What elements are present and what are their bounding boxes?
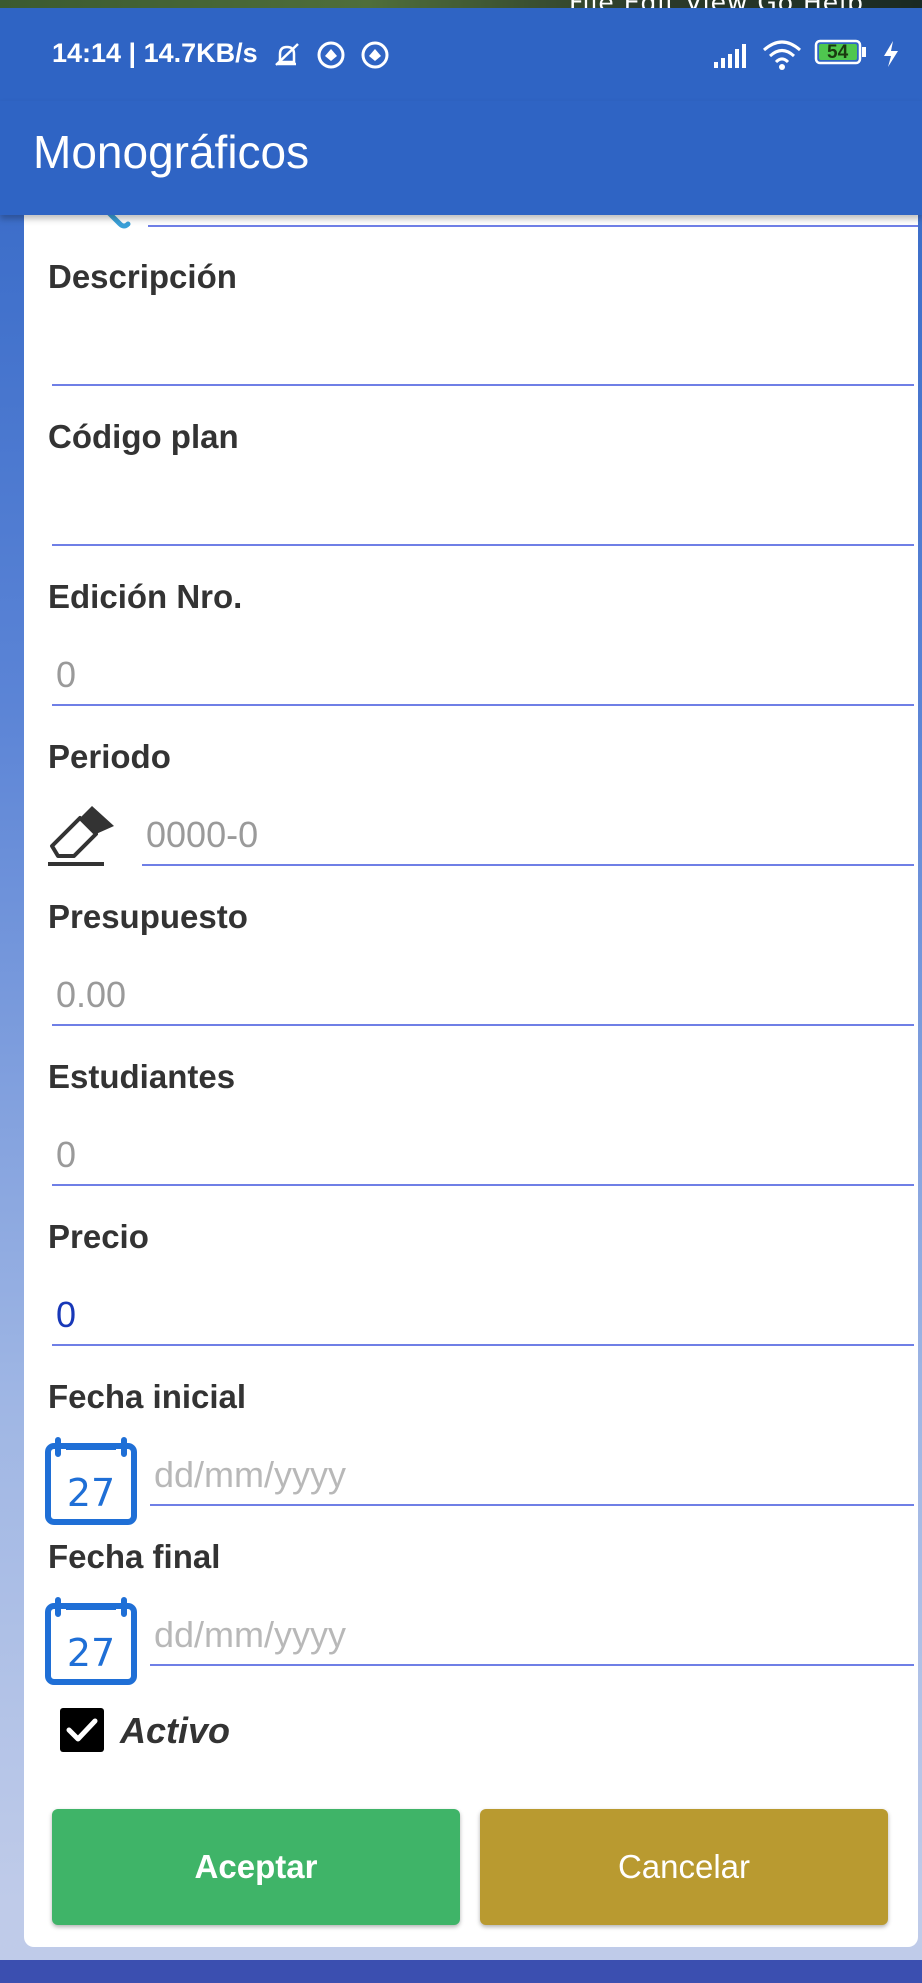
edicion-placeholder: 0: [56, 654, 77, 695]
presupuesto-label: Presupuesto: [48, 898, 248, 935]
estudiantes-label: Estudiantes: [48, 1058, 236, 1095]
estudiantes-placeholder: 0: [56, 1134, 77, 1175]
fecha-inicial-input[interactable]: dd/mm/yyyy: [150, 1444, 914, 1506]
precio-value: 0: [56, 1294, 77, 1335]
descripcion-input[interactable]: [52, 324, 914, 386]
periodo-label: Periodo: [48, 738, 171, 775]
charging-bolt-icon: [882, 40, 900, 73]
circle-badge-icon-2: [360, 40, 390, 75]
bell-off-icon: [272, 40, 302, 75]
battery-level: 54: [827, 42, 849, 63]
descripcion-label: Descripción: [48, 258, 237, 295]
precio-label: Precio: [48, 1218, 149, 1255]
edicion-input[interactable]: 0: [52, 644, 914, 706]
activo-checkbox[interactable]: [60, 1708, 104, 1752]
cancel-button[interactable]: Cancelar: [480, 1809, 888, 1925]
periodo-placeholder: 0000-0: [146, 814, 259, 855]
page-title: Monográficos: [33, 126, 310, 178]
circle-badge-icon: [316, 40, 346, 75]
fecha-inicial-placeholder: dd/mm/yyyy: [154, 1454, 347, 1495]
status-bar: 14:14 | 14.7KB/s 54: [0, 8, 922, 101]
estudiantes-input[interactable]: 0: [52, 1124, 914, 1186]
periodo-input[interactable]: 0000-0: [142, 804, 914, 866]
app-bar: Monográficos: [0, 101, 922, 215]
activo-label[interactable]: Activo: [120, 1710, 230, 1752]
calendar-day-text: 27: [67, 1471, 115, 1515]
calendar-icon[interactable]: 27: [44, 1436, 138, 1531]
presupuesto-input[interactable]: 0.00: [52, 964, 914, 1026]
bottom-navigation-strip: [0, 1960, 922, 1983]
calendar-day-text-2: 27: [67, 1631, 115, 1675]
signal-icon: [712, 42, 748, 75]
presupuesto-placeholder: 0.00: [56, 974, 127, 1015]
fecha-final-label: Fecha final: [48, 1538, 221, 1575]
fecha-final-input[interactable]: dd/mm/yyyy: [150, 1604, 914, 1666]
codigo-plan-label: Código plan: [48, 418, 239, 455]
eraser-icon[interactable]: [44, 800, 118, 873]
accept-button[interactable]: Aceptar: [52, 1809, 460, 1925]
codigo-plan-input[interactable]: [52, 484, 914, 546]
wifi-icon: [762, 38, 802, 75]
status-time-speed: 14:14 | 14.7KB/s: [52, 38, 258, 68]
edicion-label: Edición Nro.: [48, 578, 243, 615]
precio-input[interactable]: 0: [52, 1284, 914, 1346]
fecha-inicial-label: Fecha inicial: [48, 1378, 247, 1415]
form-card: Descripción Código plan Edición Nro. 0 P…: [24, 200, 918, 1947]
check-mark-icon: [66, 1718, 98, 1742]
fecha-final-placeholder: dd/mm/yyyy: [154, 1614, 347, 1655]
calendar-icon-2[interactable]: 27: [44, 1596, 138, 1691]
